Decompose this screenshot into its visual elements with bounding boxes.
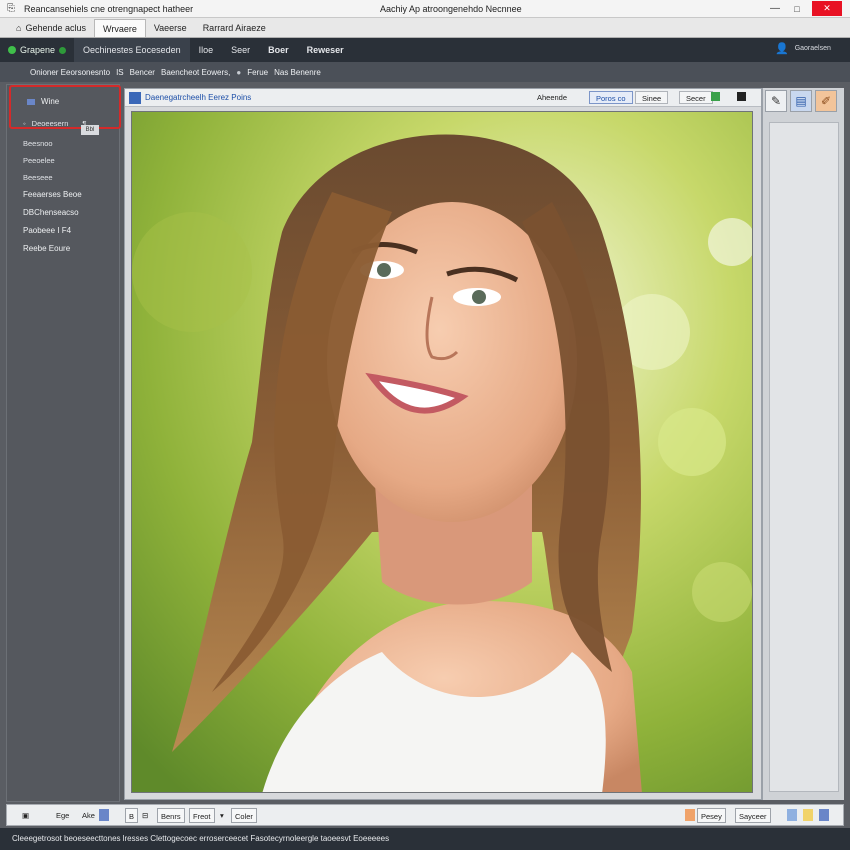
portrait-photo — [132, 112, 752, 792]
layers-tool-icon[interactable]: ▤ — [790, 90, 812, 112]
trash-icon[interactable] — [737, 92, 746, 101]
panel-item-wine[interactable]: Wine — [27, 97, 59, 106]
panel-badge: Bbl — [81, 125, 99, 135]
tab-label: Wrvaere — [102, 23, 137, 34]
account-label: Gaoraelsen — [794, 45, 831, 52]
tab-active[interactable]: Wrvaere — [93, 19, 146, 37]
panel-item-label: Wine — [41, 97, 60, 106]
bullet-icon: ◦ — [23, 119, 26, 128]
layer-icon — [27, 98, 35, 105]
photo-editor-window: ⎘ Reancansehiels cne otrengnapect hathee… — [0, 0, 850, 850]
toolbar-button[interactable]: Aheende — [531, 91, 573, 104]
breadcrumb-item[interactable]: IS — [116, 68, 124, 77]
eraser-tool-icon[interactable]: ✐ — [815, 90, 837, 112]
bottom-toolbar: ▣ Ege Ake B ⊟ Benrs Freot ▾ Coler Pesey … — [6, 804, 844, 826]
breadcrumb-item[interactable]: Nas Benenre — [274, 68, 321, 77]
tab-home[interactable]: ⌂ Gehende aclus — [8, 19, 94, 37]
panel-item-label: Deoeesern — [31, 119, 69, 128]
status-dot-icon — [8, 46, 16, 54]
online-indicator-icon — [59, 46, 67, 54]
toolbar-button-active[interactable]: Poros co — [589, 91, 633, 104]
panel-item[interactable]: DBChenseacso — [23, 208, 79, 217]
minimize-button[interactable]: — — [768, 3, 782, 14]
breadcrumb-item[interactable]: Ferue — [247, 68, 268, 77]
grid-icon[interactable]: ▣ — [19, 808, 32, 823]
color-swatch-icon[interactable] — [99, 809, 109, 821]
dropdown-icon[interactable]: ▾ — [217, 808, 227, 823]
tab-view[interactable]: Vaeerse — [146, 19, 195, 37]
bottom-button[interactable]: Benrs — [157, 808, 185, 823]
brand[interactable]: Grapene — [0, 38, 74, 62]
menu-bar: Grapene Oechinestes Eoceseden Iloe Seer … — [0, 38, 850, 62]
menu-item-see[interactable]: Seer — [222, 38, 259, 62]
panel-item[interactable]: Feeaerses Beoe — [23, 190, 82, 199]
panel-item[interactable]: Beesnoo — [23, 139, 53, 148]
breadcrumb-item[interactable]: Bencer — [130, 68, 155, 77]
document-window: Daenegatrcheelh Eerez Poins Aheende Poro… — [124, 88, 762, 800]
panel-item-sub[interactable]: ◦ Deoeesern ¶ — [23, 119, 86, 128]
filter-icon[interactable]: ⊟ — [139, 808, 151, 823]
orange-swatch-icon[interactable] — [685, 809, 695, 821]
panel-item[interactable]: Beeseee — [23, 173, 53, 182]
bottom-label[interactable]: Ake — [79, 808, 98, 823]
bottom-button[interactable]: Freot — [189, 808, 215, 823]
toolbar-button[interactable]: Sinee — [635, 91, 669, 104]
document-label: Daenegatrcheelh Eerez Poins — [145, 93, 252, 102]
brush-tool-icon[interactable]: ✎ — [765, 90, 787, 112]
title-bar: ⎘ Reancansehiels cne otrengnapect hathee… — [0, 0, 850, 18]
bottom-label[interactable]: Ege — [53, 808, 72, 823]
document-icon — [129, 91, 141, 104]
blue-dark-swatch-icon[interactable] — [819, 809, 829, 821]
home-icon: ⌂ — [16, 23, 22, 33]
user-icon: 👤 — [775, 43, 789, 55]
menu-item-bor[interactable]: Boer — [259, 38, 298, 62]
bold-icon[interactable]: B — [125, 808, 139, 823]
toolbar-button[interactable]: Secer — [679, 91, 713, 104]
tab-label: Vaeerse — [153, 23, 187, 33]
right-panel: ✎ ▤ ✐ — [762, 88, 844, 800]
application-title: Aachiy Ap atroongenehdo Necnnee — [380, 3, 522, 14]
app-icon: ⎘ — [7, 2, 15, 14]
yellow-swatch-icon[interactable] — [803, 809, 813, 821]
bottom-button[interactable]: Pesey — [697, 808, 726, 823]
tab-label: Rarrard Airaeze — [202, 23, 266, 33]
breadcrumb: Onioner Eeorsonesnto IS Bencer Baencheot… — [0, 62, 850, 82]
tool-row: ✎ ▤ ✐ — [765, 90, 843, 114]
document-title: Reancansehiels cne otrengnapect hatheer — [24, 3, 194, 14]
status-bar: Cleeegetrosot beoeseecttones lresses Cle… — [0, 828, 850, 850]
bullet-icon: ● — [236, 67, 242, 77]
green-swatch-icon[interactable] — [711, 92, 720, 101]
account-menu[interactable]: 👤 Gaoraelsen — [775, 42, 831, 55]
menu-item-file[interactable]: Iloe — [190, 38, 223, 62]
menu-item-edit[interactable]: Oechinestes Eoceseden — [74, 38, 190, 62]
brand-label: Grapene — [20, 45, 56, 55]
bottom-button[interactable]: Sayceer — [735, 808, 771, 823]
maximize-button[interactable]: □ — [790, 4, 804, 14]
panel-item[interactable]: Reebe Eoure — [23, 244, 70, 253]
menu-item-review[interactable]: Reweser — [298, 38, 353, 62]
panel-item[interactable]: Paobeee I F4 — [23, 226, 71, 235]
breadcrumb-item[interactable]: Baencheot Eowers, — [161, 68, 230, 77]
tab-label: Gehende aclus — [25, 23, 86, 33]
tab-arrange[interactable]: Rarrard Airaeze — [195, 19, 274, 37]
properties-panel — [769, 122, 839, 792]
image-canvas[interactable] — [131, 111, 753, 793]
bottom-button[interactable]: Coler — [231, 808, 257, 823]
blue-swatch-icon[interactable] — [787, 809, 797, 821]
left-panel: Wine ◦ Deoeesern ¶ Bbl Beesnoo Peeoelee … — [6, 84, 121, 802]
tab-strip: ⌂ Gehende aclus Wrvaere Vaeerse Rarrard … — [0, 18, 850, 38]
breadcrumb-item[interactable]: Onioner Eeorsonesnto — [30, 68, 110, 77]
close-button[interactable]: ✕ — [812, 1, 842, 16]
panel-item[interactable]: Peeoelee — [23, 156, 55, 165]
document-toolbar: Daenegatrcheelh Eerez Poins Aheende Poro… — [125, 89, 761, 107]
